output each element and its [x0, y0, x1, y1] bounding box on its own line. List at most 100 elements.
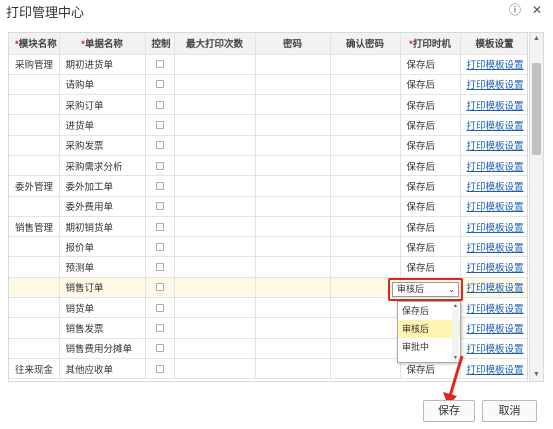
table-row[interactable]: 销售管理 期初销货单 保存后 打印模板设置 — [9, 216, 527, 238]
password-cell[interactable] — [255, 236, 331, 258]
print-timing-cell[interactable]: 保存后 — [400, 94, 461, 116]
control-checkbox[interactable] — [155, 303, 164, 312]
template-settings-link[interactable]: 打印模板设置 — [467, 263, 524, 274]
dropdown-option[interactable]: 保存后 — [398, 302, 460, 320]
max-print-count-cell[interactable] — [174, 256, 256, 278]
confirm-password-cell[interactable] — [330, 175, 401, 197]
dropdown-option[interactable]: 审核后 — [398, 320, 460, 338]
print-timing-cell[interactable]: 保存后 — [400, 216, 461, 238]
table-row[interactable]: 请购单 保存后 打印模板设置 — [9, 74, 527, 96]
template-settings-link[interactable]: 打印模板设置 — [467, 365, 524, 376]
max-print-count-cell[interactable] — [174, 54, 256, 75]
save-button[interactable]: 保存 — [423, 400, 475, 422]
dropdown-scrollbar[interactable]: ▲ ▼ — [452, 303, 459, 361]
template-settings-link[interactable]: 打印模板设置 — [467, 304, 524, 315]
scroll-down-icon[interactable]: ▼ — [530, 369, 543, 381]
confirm-password-cell[interactable] — [330, 317, 401, 339]
max-print-count-cell[interactable] — [174, 135, 256, 156]
password-cell[interactable] — [255, 216, 331, 238]
password-cell[interactable] — [255, 297, 331, 319]
template-settings-link[interactable]: 打印模板设置 — [467, 283, 524, 294]
control-checkbox[interactable] — [155, 242, 164, 251]
control-checkbox[interactable] — [155, 80, 164, 89]
confirm-password-cell[interactable] — [330, 54, 401, 75]
max-print-count-cell[interactable] — [174, 196, 256, 217]
control-checkbox[interactable] — [155, 283, 164, 292]
confirm-password-cell[interactable] — [330, 94, 401, 116]
print-timing-cell[interactable]: 保存后 — [400, 155, 461, 177]
password-cell[interactable] — [255, 338, 331, 359]
template-settings-link[interactable]: 打印模板设置 — [467, 202, 524, 213]
control-checkbox[interactable] — [155, 344, 164, 353]
control-checkbox[interactable] — [155, 161, 164, 170]
table-row[interactable]: 采购需求分析 保存后 打印模板设置 — [9, 155, 527, 177]
password-cell[interactable] — [255, 155, 331, 177]
print-timing-cell[interactable]: 保存后 — [400, 196, 461, 217]
cancel-button[interactable]: 取消 — [482, 400, 537, 422]
control-checkbox[interactable] — [155, 323, 164, 332]
control-checkbox[interactable] — [155, 222, 164, 231]
template-settings-link[interactable]: 打印模板设置 — [467, 60, 524, 71]
control-checkbox[interactable] — [155, 364, 164, 373]
max-print-count-cell[interactable] — [174, 297, 256, 319]
table-row[interactable]: 采购发票 保存后 打印模板设置 — [9, 135, 527, 156]
print-timing-cell[interactable]: 保存后 — [400, 74, 461, 96]
scroll-up-icon[interactable]: ▲ — [453, 303, 458, 309]
control-checkbox[interactable] — [155, 121, 164, 130]
scroll-up-icon[interactable]: ▲ — [530, 33, 543, 45]
table-row[interactable]: 进货单 保存后 打印模板设置 — [9, 114, 527, 136]
max-print-count-cell[interactable] — [174, 155, 256, 177]
table-row[interactable]: 委外费用单 保存后 打印模板设置 — [9, 196, 527, 217]
confirm-password-cell[interactable] — [330, 196, 401, 217]
print-timing-cell[interactable]: 保存后 — [400, 135, 461, 156]
table-row[interactable]: 预测单 保存后 打印模板设置 — [9, 256, 527, 278]
password-cell[interactable] — [255, 277, 331, 299]
print-timing-cell[interactable]: 保存后 — [400, 54, 461, 75]
password-cell[interactable] — [255, 54, 331, 75]
confirm-password-cell[interactable] — [330, 74, 401, 96]
confirm-password-cell[interactable] — [330, 216, 401, 238]
confirm-password-cell[interactable] — [330, 155, 401, 177]
template-settings-link[interactable]: 打印模板设置 — [467, 324, 524, 335]
confirm-password-cell[interactable] — [330, 236, 401, 258]
table-scrollbar[interactable]: ▲ ▼ — [529, 32, 544, 382]
template-settings-link[interactable]: 打印模板设置 — [467, 223, 524, 234]
print-timing-cell[interactable]: 保存后 — [400, 114, 461, 136]
max-print-count-cell[interactable] — [174, 338, 256, 359]
confirm-password-cell[interactable] — [330, 114, 401, 136]
template-settings-link[interactable]: 打印模板设置 — [467, 141, 524, 152]
scrollbar-thumb[interactable] — [532, 63, 541, 155]
password-cell[interactable] — [255, 196, 331, 217]
password-cell[interactable] — [255, 358, 331, 380]
password-cell[interactable] — [255, 74, 331, 96]
close-icon[interactable]: ✕ — [530, 3, 544, 17]
max-print-count-cell[interactable] — [174, 175, 256, 197]
confirm-password-cell[interactable] — [330, 358, 401, 380]
print-timing-cell[interactable]: 保存后 — [400, 256, 461, 278]
print-timing-cell[interactable]: 保存后 — [400, 236, 461, 258]
max-print-count-cell[interactable] — [174, 317, 256, 339]
template-settings-link[interactable]: 打印模板设置 — [467, 344, 524, 355]
control-checkbox[interactable] — [155, 141, 164, 150]
password-cell[interactable] — [255, 114, 331, 136]
confirm-password-cell[interactable] — [330, 338, 401, 359]
template-settings-link[interactable]: 打印模板设置 — [467, 162, 524, 173]
password-cell[interactable] — [255, 135, 331, 156]
confirm-password-cell[interactable] — [330, 256, 401, 278]
control-checkbox[interactable] — [155, 100, 164, 109]
table-row[interactable]: 委外管理 委外加工单 保存后 打印模板设置 — [9, 175, 527, 197]
template-settings-link[interactable]: 打印模板设置 — [467, 80, 524, 91]
password-cell[interactable] — [255, 317, 331, 339]
max-print-count-cell[interactable] — [174, 216, 256, 238]
table-row[interactable]: 采购管理 期初进货单 保存后 打印模板设置 — [9, 54, 527, 75]
control-checkbox[interactable] — [155, 60, 164, 69]
max-print-count-cell[interactable] — [174, 277, 256, 299]
password-cell[interactable] — [255, 94, 331, 116]
control-checkbox[interactable] — [155, 202, 164, 211]
table-row[interactable]: 采购订单 保存后 打印模板设置 — [9, 94, 527, 116]
control-checkbox[interactable] — [155, 263, 164, 272]
template-settings-link[interactable]: 打印模板设置 — [467, 243, 524, 254]
password-cell[interactable] — [255, 256, 331, 278]
print-timing-cell[interactable]: 保存后 — [400, 175, 461, 197]
template-settings-link[interactable]: 打印模板设置 — [467, 182, 524, 193]
